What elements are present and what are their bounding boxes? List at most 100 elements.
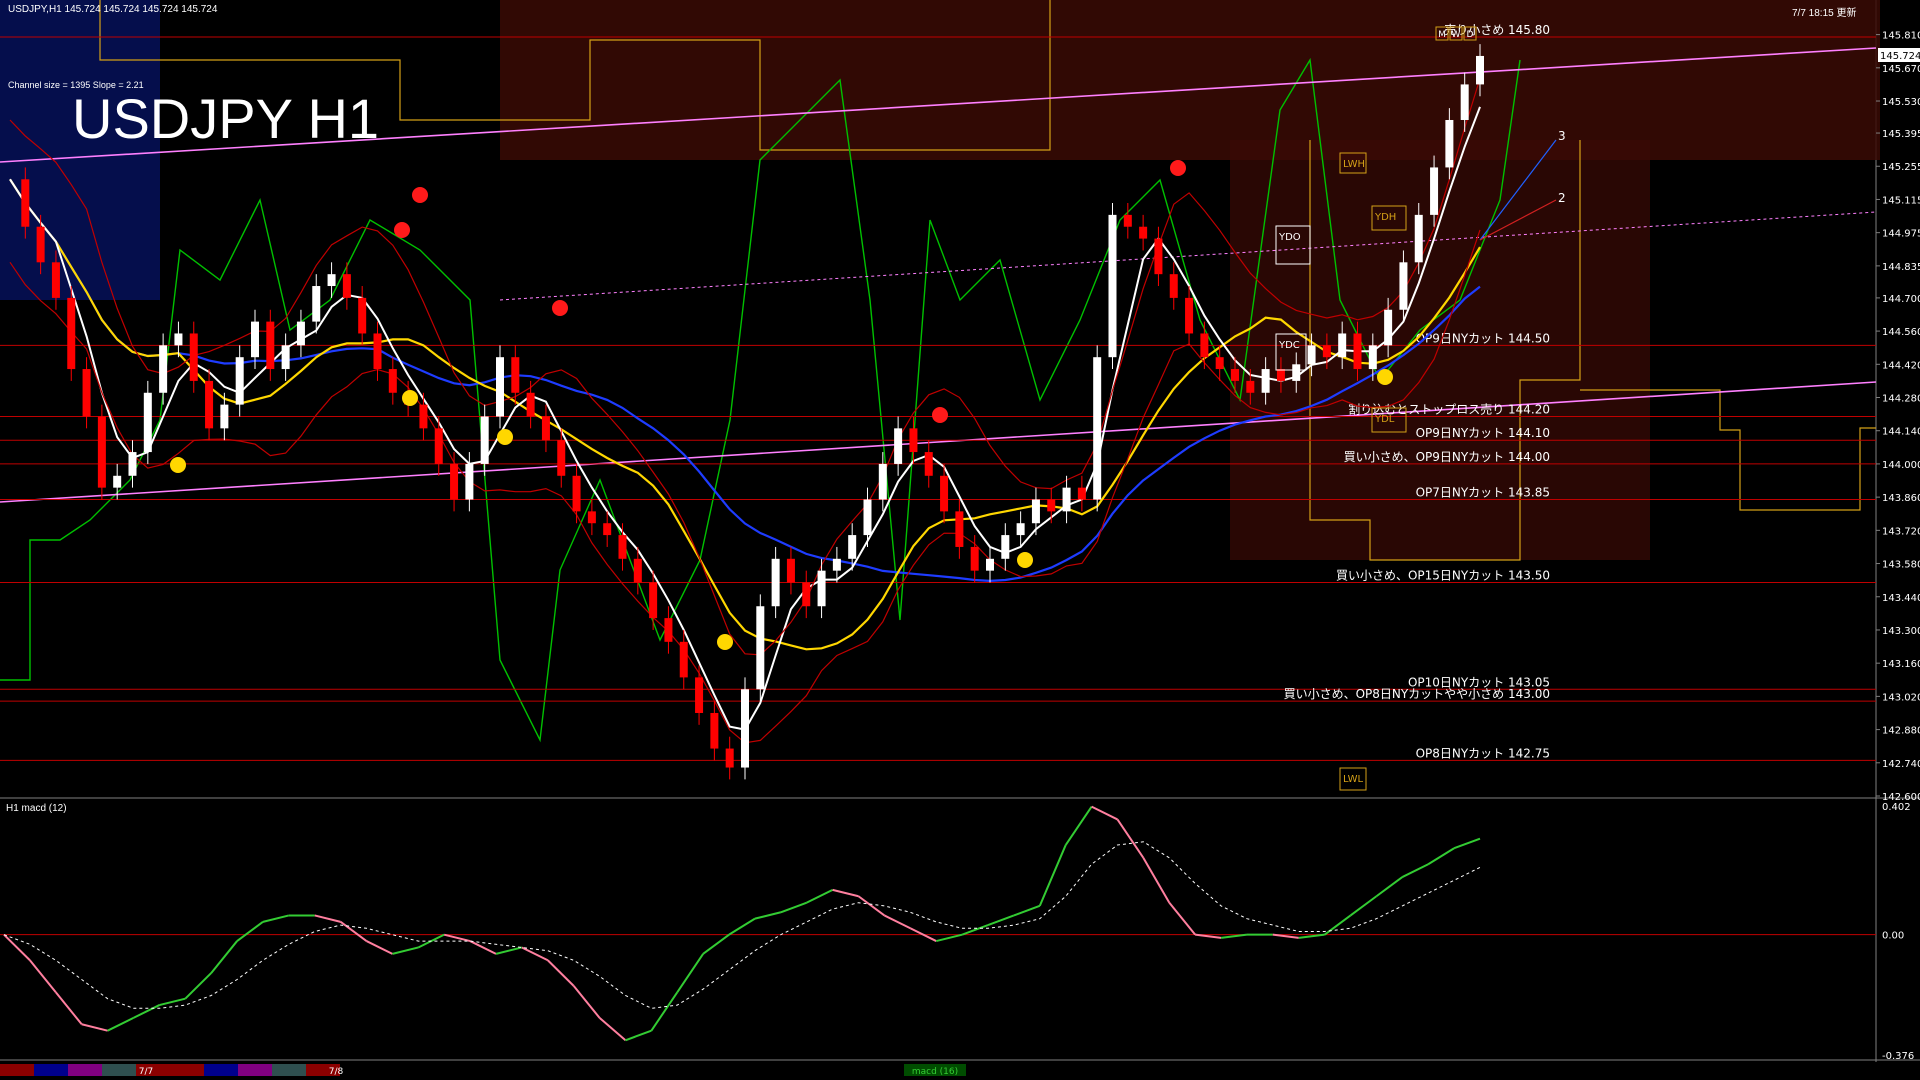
candle-body — [251, 321, 259, 358]
candle-body — [327, 274, 336, 287]
candle-body — [924, 452, 933, 476]
projection-label-3: 3 — [1558, 129, 1566, 143]
candle-body — [1108, 214, 1117, 358]
candle-body — [802, 582, 811, 607]
candle-body — [312, 286, 321, 322]
candle-body — [1399, 262, 1408, 310]
candle-body — [1093, 357, 1102, 500]
candle-body — [526, 392, 535, 417]
candle-body — [1476, 55, 1484, 85]
y-tick-label: 144.560 — [1882, 327, 1920, 338]
candle-body — [266, 321, 275, 370]
level-label: 買い小さめ、OP15日NYカット 143.50 — [1336, 569, 1550, 583]
fractal-down-marker — [170, 457, 186, 473]
candle-body — [1185, 297, 1194, 334]
y-tick-label: 145.810 — [1882, 31, 1920, 42]
candle-body — [480, 416, 489, 464]
candle-body — [143, 392, 152, 453]
candle-body — [1031, 499, 1040, 524]
macd-label: H1 macd (12) — [6, 803, 67, 814]
y-tick-label: 145.395 — [1882, 129, 1920, 140]
level-label: OP8日NYカット 142.75 — [1416, 746, 1550, 760]
candle-body — [373, 333, 382, 370]
candle-body — [419, 404, 428, 429]
candle-body — [848, 535, 857, 559]
y-tick-label: 145.115 — [1882, 195, 1920, 206]
x-label: 7/8 — [329, 1067, 344, 1077]
candle-body — [1077, 487, 1086, 500]
session-bar — [0, 1064, 34, 1076]
level-label: 買い小さめ、OP9日NYカット 144.00 — [1344, 450, 1550, 464]
candle-body — [832, 558, 841, 571]
candle-body — [1292, 364, 1301, 381]
candle-body — [1154, 238, 1163, 275]
candle-body — [786, 558, 795, 583]
candle-body — [572, 475, 581, 512]
mwd-label: W — [1452, 30, 1461, 40]
candle-body — [51, 262, 60, 298]
y-tick-label: 145.670 — [1882, 64, 1920, 75]
candle-body — [67, 297, 76, 370]
candle-body — [511, 357, 520, 393]
level-label: 買い小さめ、OP8日NYカットやや小さめ 143.00 — [1284, 687, 1550, 701]
fractal-down-marker — [402, 390, 418, 406]
candle-body — [496, 357, 504, 417]
candle-body — [342, 274, 351, 298]
candle-body — [1414, 214, 1423, 263]
candle-body — [679, 641, 688, 678]
candle-body — [541, 416, 550, 441]
candle-body — [36, 226, 45, 263]
x-label: 7/7 — [139, 1067, 153, 1077]
candle-body — [113, 475, 122, 488]
candle-body — [878, 463, 887, 500]
candle-body — [1016, 523, 1025, 536]
y-tick-label: 142.880 — [1882, 726, 1920, 737]
marker-label: YDO — [1278, 232, 1301, 243]
candle-body — [725, 748, 734, 768]
candle-body — [296, 321, 305, 346]
marker-label: LWH — [1343, 159, 1365, 170]
y-tick-label: 144.700 — [1882, 294, 1920, 305]
candle-body — [955, 511, 964, 547]
session-bar — [204, 1064, 238, 1076]
price-chart[interactable]: 売り小さめ 145.80OP9日NYカット 144.50割り込むとストップロス売… — [0, 0, 1920, 1080]
candle-body — [281, 345, 290, 370]
candle-body — [587, 511, 596, 524]
candle-body — [1430, 167, 1439, 215]
datetime-label: 7/7 18:15 更新 — [1792, 8, 1857, 19]
y-tick-label: 145.255 — [1882, 162, 1920, 173]
candle-body — [1307, 345, 1316, 365]
candle-body — [863, 499, 872, 536]
candle-body — [1246, 380, 1255, 393]
level-label: OP9日NYカット 144.50 — [1416, 331, 1550, 345]
y-tick-label: 143.300 — [1882, 626, 1920, 637]
chart-title: USDJPY H1 — [72, 87, 380, 150]
fractal-down-marker — [717, 634, 733, 650]
session-bar — [68, 1064, 102, 1076]
session-bar — [102, 1064, 136, 1076]
candle-body — [710, 712, 719, 749]
y-tick-label: 143.860 — [1882, 493, 1920, 504]
candle-body — [1231, 369, 1239, 381]
macd-tick-label: 0.402 — [1882, 802, 1911, 813]
candle-body — [205, 380, 214, 429]
candle-body — [174, 333, 183, 346]
candle-body — [1445, 119, 1454, 168]
session-bar — [272, 1064, 306, 1076]
fractal-up-marker — [1170, 160, 1186, 176]
candle-body — [940, 475, 949, 512]
candle-body — [189, 333, 198, 381]
candle-body — [1169, 274, 1178, 298]
candle-body — [1139, 226, 1148, 239]
candle-body — [970, 546, 979, 571]
fractal-up-marker — [552, 300, 568, 316]
candle-body — [1353, 333, 1362, 370]
y-tick-label: 144.835 — [1882, 262, 1920, 273]
candle-body — [1322, 345, 1331, 358]
candle-body — [21, 179, 30, 227]
y-tick-label: 143.580 — [1882, 560, 1920, 571]
candle-body — [82, 369, 91, 417]
candle-body — [159, 345, 168, 393]
candle-body — [664, 618, 673, 642]
candle-body — [649, 582, 658, 619]
